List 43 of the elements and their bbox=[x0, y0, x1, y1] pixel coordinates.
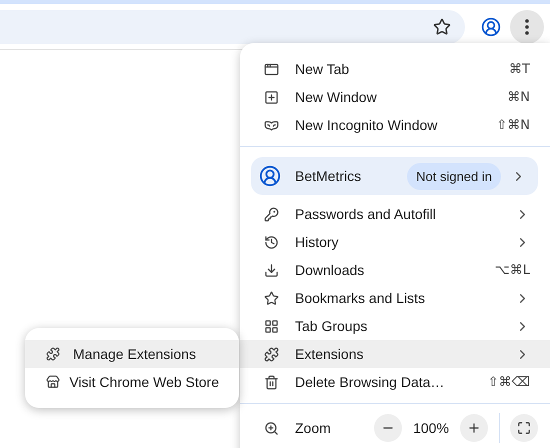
zoom-label: Zoom bbox=[295, 420, 332, 436]
fullscreen-button[interactable] bbox=[510, 414, 538, 442]
menu-dots-icon bbox=[525, 18, 529, 34]
menu-item[interactable]: Manage Extensions bbox=[25, 340, 239, 368]
keyboard-shortcut: ⌘T bbox=[509, 62, 530, 76]
zoom-icon bbox=[264, 420, 279, 436]
menu-item[interactable]: Downloads ⌥⌘L bbox=[240, 256, 550, 284]
bookmark-star-icon[interactable] bbox=[433, 18, 451, 36]
menu-item[interactable]: Bookmarks and Lists bbox=[240, 284, 550, 312]
sign-in-status: Not signed in bbox=[407, 162, 501, 190]
plus-icon bbox=[467, 421, 481, 435]
window-icon bbox=[264, 62, 279, 76]
menu-item[interactable]: Visit Chrome Web Store bbox=[25, 368, 239, 396]
keyboard-shortcut: ⇧⌘⌫ bbox=[488, 374, 530, 390]
trash-icon bbox=[264, 374, 279, 390]
profile-icon[interactable] bbox=[481, 16, 501, 36]
zoom-in-button[interactable] bbox=[460, 414, 488, 442]
key-icon bbox=[264, 206, 279, 222]
store-icon bbox=[46, 375, 60, 389]
menu-item[interactable]: New Incognito Window ⇧⌘N bbox=[240, 111, 550, 139]
menu-item[interactable]: Tab Groups bbox=[240, 312, 550, 340]
puzzle-icon bbox=[264, 346, 279, 362]
star-icon bbox=[264, 290, 279, 306]
new-window-icon bbox=[264, 90, 279, 104]
menu-item[interactable]: Passwords and Autofill bbox=[240, 200, 550, 228]
zoom-level: 100% bbox=[412, 420, 450, 436]
grid-icon bbox=[264, 318, 279, 334]
menu-button[interactable] bbox=[510, 10, 544, 44]
download-icon bbox=[264, 262, 279, 278]
profile-item[interactable]: BetMetrics Not signed in bbox=[251, 157, 538, 195]
menu-item[interactable]: Delete Browsing Data… ⇧⌘⌫ bbox=[240, 368, 550, 396]
keyboard-shortcut: ⇧⌘N bbox=[496, 118, 530, 132]
puzzle-icon bbox=[46, 347, 60, 361]
fullscreen-icon bbox=[517, 421, 531, 435]
keyboard-shortcut: ⌥⌘L bbox=[494, 262, 530, 278]
menu-item[interactable]: New Tab ⌘T bbox=[240, 55, 550, 83]
menu-item[interactable]: New Window ⌘N bbox=[240, 83, 550, 111]
history-icon bbox=[264, 234, 279, 250]
menu-item[interactable]: Extensions bbox=[240, 340, 550, 368]
profile-icon bbox=[259, 165, 281, 187]
keyboard-shortcut: ⌘N bbox=[507, 90, 530, 104]
profile-name: BetMetrics bbox=[295, 168, 362, 184]
menu-item[interactable]: History bbox=[240, 228, 550, 256]
